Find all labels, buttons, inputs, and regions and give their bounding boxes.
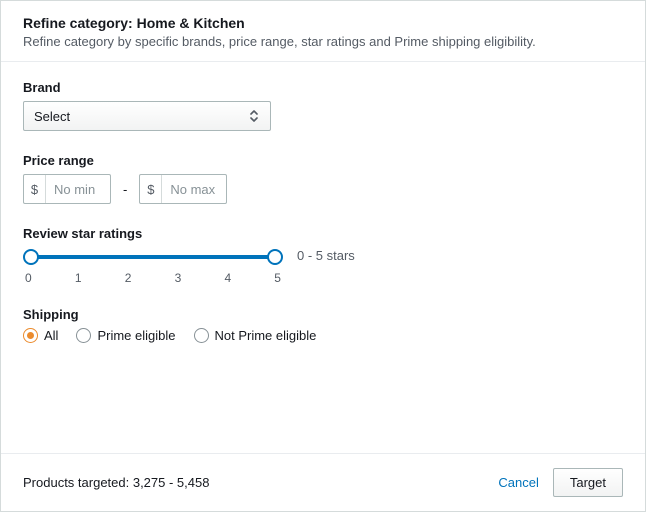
price-range-section: Price range $ - $ xyxy=(23,153,623,204)
modal-subtitle: Refine category by specific brands, pric… xyxy=(23,34,623,49)
refine-category-modal: Refine category: Home & Kitchen Refine c… xyxy=(0,0,646,512)
radio-icon xyxy=(194,328,209,343)
slider-tick: 2 xyxy=(125,271,132,285)
products-targeted-label: Products targeted: 3,275 - 5,458 xyxy=(23,475,494,490)
slider-thumb-max[interactable] xyxy=(267,249,283,265)
price-min-box: $ xyxy=(23,174,111,204)
shipping-option-not-prime[interactable]: Not Prime eligible xyxy=(194,328,317,343)
shipping-option-label: Not Prime eligible xyxy=(215,328,317,343)
modal-title: Refine category: Home & Kitchen xyxy=(23,15,623,31)
radio-icon xyxy=(76,328,91,343)
brand-label: Brand xyxy=(23,80,623,95)
shipping-option-label: All xyxy=(44,328,58,343)
shipping-option-prime[interactable]: Prime eligible xyxy=(76,328,175,343)
brand-select[interactable]: Select xyxy=(23,101,271,131)
modal-header: Refine category: Home & Kitchen Refine c… xyxy=(1,1,645,62)
slider-track xyxy=(29,255,277,259)
radio-icon xyxy=(23,328,38,343)
slider-tick: 5 xyxy=(274,271,281,285)
cancel-button[interactable]: Cancel xyxy=(494,469,542,496)
price-min-input[interactable] xyxy=(46,175,110,203)
shipping-label: Shipping xyxy=(23,307,623,322)
slider-range-label: 0 - 5 stars xyxy=(297,247,355,263)
target-button[interactable]: Target xyxy=(553,468,623,497)
star-ratings-section: Review star ratings 0 1 2 3 4 5 xyxy=(23,226,623,285)
price-separator: - xyxy=(119,182,131,197)
slider-thumb-min[interactable] xyxy=(23,249,39,265)
modal-footer: Products targeted: 3,275 - 5,458 Cancel … xyxy=(1,453,645,511)
slider-tick: 3 xyxy=(175,271,182,285)
shipping-section: Shipping All Prime eligible Not Prime el… xyxy=(23,307,623,343)
brand-select-value: Select xyxy=(34,109,70,124)
price-max-box: $ xyxy=(139,174,227,204)
price-max-input[interactable] xyxy=(162,175,226,203)
shipping-option-all[interactable]: All xyxy=(23,328,58,343)
slider-tick: 1 xyxy=(75,271,82,285)
slider-tick: 0 xyxy=(25,271,32,285)
slider-tick: 4 xyxy=(224,271,231,285)
star-ratings-label: Review star ratings xyxy=(23,226,623,241)
brand-section: Brand Select xyxy=(23,80,623,131)
price-range-label: Price range xyxy=(23,153,623,168)
currency-symbol: $ xyxy=(140,175,162,203)
currency-symbol: $ xyxy=(24,175,46,203)
slider-ticks: 0 1 2 3 4 5 xyxy=(23,271,283,285)
shipping-option-label: Prime eligible xyxy=(97,328,175,343)
modal-body: Brand Select Price range $ - xyxy=(1,62,645,453)
star-ratings-slider[interactable] xyxy=(23,249,283,265)
caret-sort-icon xyxy=(244,106,264,126)
